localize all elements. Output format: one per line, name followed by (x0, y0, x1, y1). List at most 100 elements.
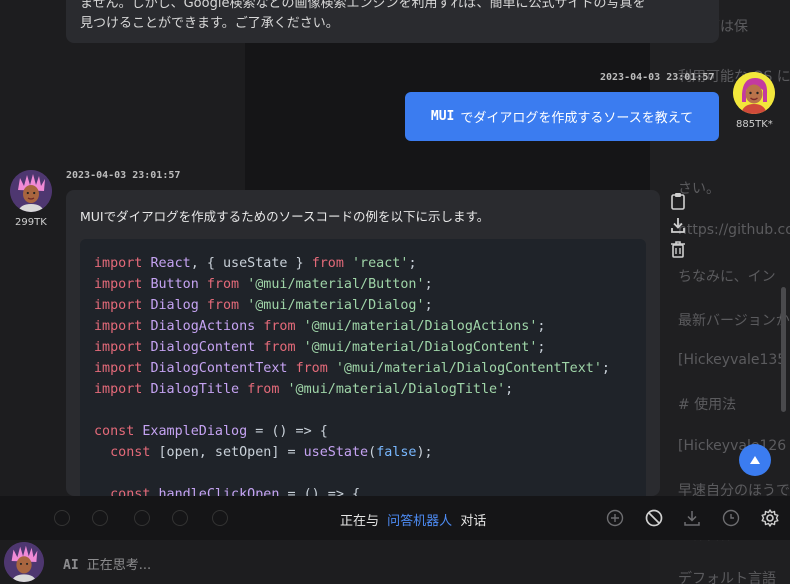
user-message-timestamp: 2023-04-03 23:01:57 (600, 72, 715, 83)
code-token: import (94, 361, 151, 376)
code-token: const (110, 445, 159, 460)
code-token: ( (368, 445, 377, 460)
code-token: import (94, 298, 151, 313)
code-token: from (311, 256, 352, 271)
code-line: import DialogContent from '@mui/material… (94, 337, 632, 358)
code-token: from (263, 340, 304, 355)
code-token: ExampleDialog (142, 424, 256, 439)
code-token: ; (601, 361, 610, 376)
code-token: 'react' (352, 256, 409, 271)
code-token: DialogActions (150, 319, 264, 334)
ai-message-intro: MUIでダイアログを作成するためのソースコードの例を以下に示します。 (80, 209, 490, 224)
code-token: import (94, 256, 151, 271)
background-ghost-text: # 使用法 (678, 397, 737, 413)
code-token: const (110, 487, 159, 496)
code-line (94, 400, 632, 421)
faint-background-icon (134, 510, 150, 526)
faint-background-icon (172, 510, 188, 526)
trash-icon[interactable] (667, 238, 689, 260)
thinking-mono: AI (63, 558, 79, 573)
code-block: import React, { useState } from 'react';… (80, 239, 646, 496)
code-token: ; (537, 319, 546, 334)
download-icon[interactable] (667, 214, 689, 236)
message-actions (667, 190, 689, 262)
thinking-status: AI 正在思考... (63, 554, 151, 573)
conversation-label: 正在与 问答机器人 对话 (340, 510, 486, 529)
plus-circle-icon[interactable] (605, 508, 625, 528)
code-token: DialogContent (150, 340, 264, 355)
previous-ai-message: ません。しかし、Google検索などの画像検索エンジンを利用すれば、簡単に公式サ… (66, 0, 719, 43)
ai-message-bubble: MUIでダイアログを作成するためのソースコードの例を以下に示します。 impor… (66, 190, 660, 496)
faint-background-icon (54, 510, 70, 526)
code-line: import DialogTitle from '@mui/material/D… (94, 379, 632, 400)
code-token: '@mui/material/DialogActions' (303, 319, 538, 334)
code-line: const ExampleDialog = () => { (94, 421, 632, 442)
user-message-mono: MUI (430, 109, 455, 124)
code-token: ; (424, 277, 433, 292)
ai-token-count: 299TK (15, 217, 47, 228)
code-line: import Dialog from '@mui/material/Dialog… (94, 295, 632, 316)
code-line: import DialogContentText from '@mui/mate… (94, 358, 632, 379)
code-token: ; (424, 298, 433, 313)
code-token: DialogTitle (150, 382, 248, 397)
code-token: '@mui/material/DialogContentText' (335, 361, 602, 376)
ban-icon[interactable] (644, 508, 664, 528)
code-token: handleClickOpen (158, 487, 288, 496)
code-token: '@mui/material/Dialog' (247, 298, 425, 313)
background-ghost-text: https://github.co (678, 222, 790, 238)
ai-avatar[interactable] (10, 170, 52, 212)
previous-ai-message-line2: 見つけることができます。ご了承ください。 (80, 16, 339, 31)
export-download-icon[interactable] (682, 508, 702, 528)
code-token: from (263, 319, 304, 334)
code-token: '@mui/material/DialogTitle' (287, 382, 506, 397)
code-token: ; (505, 382, 514, 397)
code-token: false (376, 445, 417, 460)
scroll-to-top-button[interactable] (739, 444, 771, 476)
thinking-text: 正在思考... (86, 558, 152, 573)
code-token: ; (408, 256, 417, 271)
code-token: import (94, 340, 151, 355)
arrow-up-icon (750, 456, 760, 464)
user-message-text: でダイアログを作成するソースを教えて (460, 111, 694, 126)
code-line: import Button from '@mui/material/Button… (94, 274, 632, 295)
previous-ai-message-line1: ません。しかし、Google検索などの画像検索エンジンを利用すれば、簡単に公式サ… (80, 0, 646, 11)
code-token: React (150, 256, 191, 271)
background-ghost-text: [Hickeyvale126 (678, 438, 787, 454)
code-token: '@mui/material/DialogContent' (303, 340, 538, 355)
conversation-prefix: 正在与 (340, 514, 380, 529)
background-scrollbar[interactable] (781, 287, 786, 412)
code-token: Button (150, 277, 207, 292)
user-message-bubble: MUI でダイアログを作成するソースを教えて (405, 92, 719, 141)
background-ghost-text: デフォルト言語 (678, 571, 776, 584)
history-icon[interactable] (721, 508, 741, 528)
background-ghost-text: [Hickeyvale135 (678, 352, 787, 368)
code-token: , { useState } (190, 256, 312, 271)
code-token: = () => { (287, 487, 361, 496)
code-token: import (94, 382, 151, 397)
faint-background-icon (212, 510, 228, 526)
bot-name-link[interactable]: 问答机器人 (387, 514, 452, 529)
code-token: ; (537, 340, 546, 355)
ai-thinking-avatar (4, 542, 44, 582)
user-token-count: 885TK* (736, 119, 773, 130)
clipboard-icon[interactable] (667, 190, 689, 212)
chat-bottom-bar: 正在与 问答机器人 对话 (0, 496, 790, 540)
code-token: Dialog (150, 298, 207, 313)
faint-background-icon (92, 510, 108, 526)
code-token: from (295, 361, 336, 376)
user-avatar[interactable] (733, 72, 775, 114)
code-token: import (94, 319, 151, 334)
code-line: const handleClickOpen = () => { (94, 484, 632, 496)
background-ghost-text: ちなみに、イン (678, 269, 776, 285)
code-token: DialogContentText (150, 361, 296, 376)
gear-icon[interactable] (760, 508, 780, 528)
code-line (94, 463, 632, 484)
background-ghost-text: 最新バージョンか (678, 313, 790, 329)
ai-message-timestamp: 2023-04-03 23:01:57 (66, 170, 181, 181)
code-token: const (94, 424, 143, 439)
code-token: from (206, 298, 248, 313)
